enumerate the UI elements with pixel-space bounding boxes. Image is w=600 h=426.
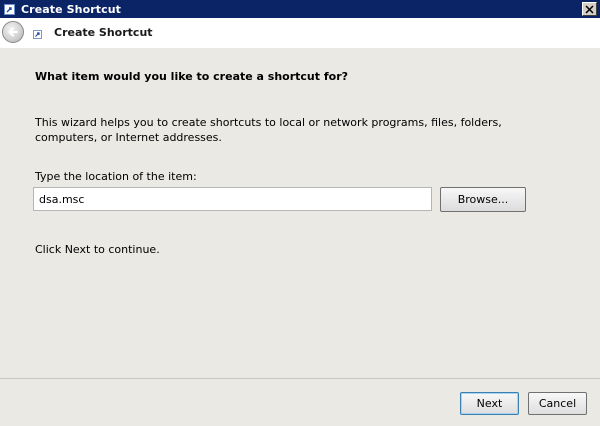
- window-title: Create Shortcut: [21, 2, 122, 16]
- browse-button[interactable]: Browse...: [440, 187, 526, 212]
- wizard-description: This wizard helps you to create shortcut…: [35, 116, 502, 144]
- wizard-footer: Next Cancel: [0, 378, 600, 426]
- location-input[interactable]: [33, 187, 432, 211]
- location-label: Type the location of the item:: [35, 170, 197, 183]
- close-button[interactable]: [582, 2, 597, 16]
- wizard-title: Create Shortcut: [54, 26, 153, 39]
- continue-instruction: Click Next to continue.: [35, 243, 160, 256]
- wizard-content: What item would you like to create a sho…: [0, 48, 600, 378]
- title-bar: Create Shortcut: [0, 0, 600, 18]
- cancel-button[interactable]: Cancel: [528, 392, 587, 415]
- page-heading: What item would you like to create a sho…: [35, 70, 349, 83]
- next-button[interactable]: Next: [460, 392, 519, 415]
- back-arrow-icon: [8, 27, 18, 37]
- shortcut-icon: [33, 29, 42, 39]
- shortcut-app-icon: [3, 3, 15, 15]
- back-button[interactable]: [2, 21, 24, 43]
- close-icon: [585, 4, 594, 14]
- wizard-header: Create Shortcut: [0, 18, 600, 48]
